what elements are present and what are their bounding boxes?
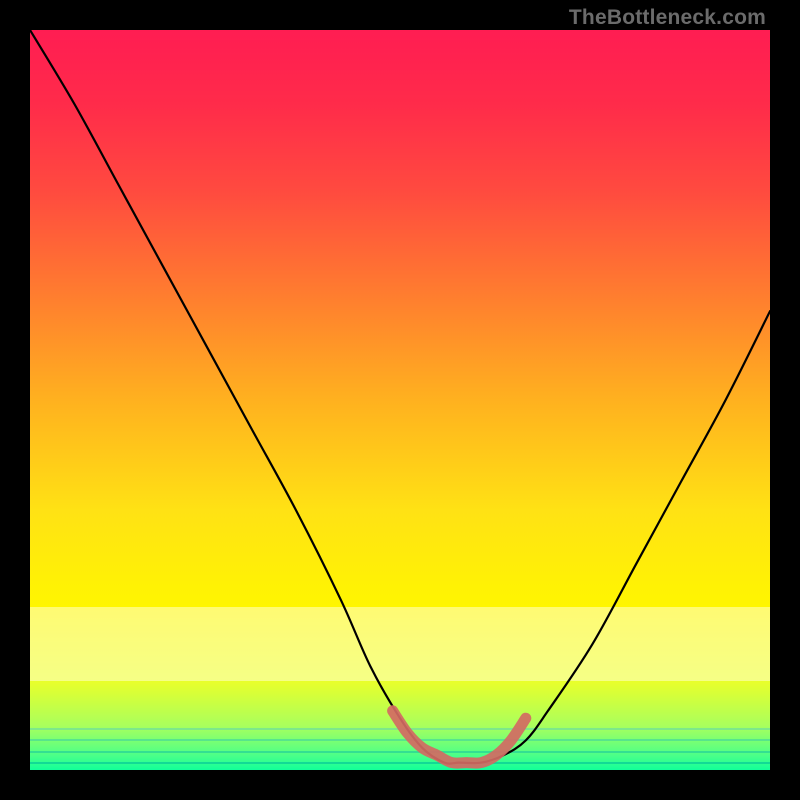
watermark-text: TheBottleneck.com bbox=[569, 6, 766, 30]
curve-svg bbox=[30, 30, 770, 770]
chart-frame: TheBottleneck.com bbox=[0, 0, 800, 800]
bottleneck-curve bbox=[30, 30, 770, 764]
plot-area bbox=[30, 30, 770, 770]
